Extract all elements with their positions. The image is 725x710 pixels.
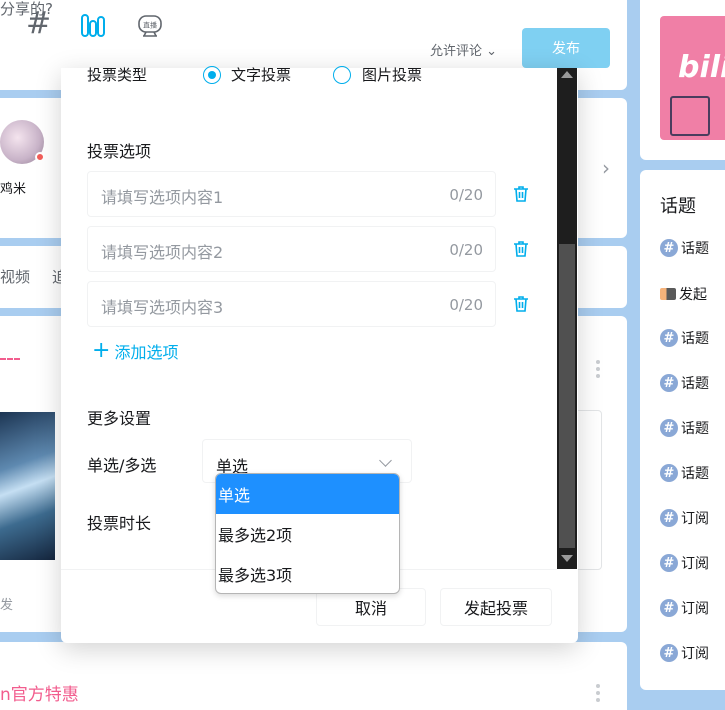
topic-item-label: 订阅 xyxy=(681,511,709,527)
char-counter: 0/20 xyxy=(449,296,483,314)
topic-item-label: 订阅 xyxy=(681,556,709,572)
option-input-3[interactable]: 请填写选项内容3 0/20 xyxy=(87,281,496,327)
hash-icon: # xyxy=(660,239,678,257)
option-single[interactable]: 单选 xyxy=(216,474,399,514)
sidebar-banner-card: bili xyxy=(640,0,725,160)
topic-item-label: 话题 xyxy=(681,241,709,257)
keyboard-illustration xyxy=(670,96,710,136)
trash-icon[interactable] xyxy=(511,184,531,204)
chevron-right-icon[interactable]: › xyxy=(602,156,610,180)
flag-icon xyxy=(660,288,676,300)
topic-item[interactable]: # 话题 xyxy=(660,373,709,393)
start-vote-button[interactable]: 发起投票 xyxy=(440,588,552,626)
topic-item-label: 话题 xyxy=(681,331,709,347)
select-mode-label: 单选/多选 xyxy=(87,456,157,475)
tab-video[interactable]: 视频 xyxy=(0,266,30,287)
scrollbar-thumb[interactable] xyxy=(559,244,575,548)
hash-icon: # xyxy=(660,329,678,347)
promo-title[interactable]: n官方特惠 xyxy=(0,680,79,705)
hash-icon: # xyxy=(660,464,678,482)
pink-divider xyxy=(0,358,20,360)
more-settings-title: 更多设置 xyxy=(87,409,152,428)
more-icon[interactable] xyxy=(596,684,600,705)
avatar[interactable] xyxy=(0,120,45,164)
chevron-down-icon xyxy=(379,454,392,467)
vote-duration-label: 投票时长 xyxy=(87,514,152,533)
topic-item[interactable]: # 话题 xyxy=(660,238,709,258)
add-option-label: 添加选项 xyxy=(114,343,179,362)
radio-text-vote[interactable] xyxy=(203,66,221,84)
scroll-up-icon[interactable] xyxy=(561,71,573,78)
vote-icon[interactable] xyxy=(80,12,106,42)
topic-item[interactable]: 发起 xyxy=(660,284,707,304)
option-input-1[interactable]: 请填写选项内容1 0/20 xyxy=(87,171,496,217)
vote-options-title: 投票选项 xyxy=(87,142,152,161)
allow-comment-dropdown[interactable]: 允许评论 ⌄ xyxy=(430,40,497,59)
option-placeholder: 请填写选项内容1 xyxy=(101,188,224,207)
hash-icon: # xyxy=(660,419,678,437)
hash-icon: # xyxy=(660,599,678,617)
plus-icon: + xyxy=(92,338,111,363)
scroll-down-icon[interactable] xyxy=(561,555,573,562)
live-dot xyxy=(35,152,45,162)
option-max-3[interactable]: 最多选3项 xyxy=(216,554,399,593)
live-icon[interactable]: 直播 xyxy=(137,14,163,44)
topic-item[interactable]: # 订阅 xyxy=(660,553,709,573)
option-max-2[interactable]: 最多选2项 xyxy=(216,514,399,554)
topic-item-label: 订阅 xyxy=(681,601,709,617)
modal-scrollbar[interactable] xyxy=(557,68,577,569)
trash-icon[interactable] xyxy=(511,294,531,314)
bilibili-banner[interactable]: bili xyxy=(660,16,725,140)
select-mode-options: 单选 最多选2项 最多选3项 xyxy=(215,473,400,594)
publish-button[interactable]: 发布 xyxy=(522,28,610,68)
topic-item[interactable]: # 订阅 xyxy=(660,643,709,663)
allow-comment-label: 允许评论 xyxy=(430,44,483,59)
topic-hash-icon[interactable]: # xyxy=(26,6,51,41)
topic-item-label: 话题 xyxy=(681,421,709,437)
topic-item[interactable]: # 话题 xyxy=(660,418,709,438)
radio-image-vote[interactable] xyxy=(333,66,351,84)
topic-item-label: 订阅 xyxy=(681,646,709,662)
topic-sidebar: 话题 # 话题 发起 # 话题 # 话题 # 话题 # 话题 # 订阅 # 订阅 # 订阅 # 订… xyxy=(640,170,725,690)
option-placeholder: 请填写选项内容2 xyxy=(101,243,224,262)
topic-item-label: 话题 xyxy=(681,466,709,482)
topic-item[interactable]: # 话题 xyxy=(660,463,709,483)
banner-logo-text: bili xyxy=(678,50,725,85)
trash-icon[interactable] xyxy=(511,239,531,259)
hash-icon: # xyxy=(660,509,678,527)
topic-item[interactable]: # 订阅 xyxy=(660,598,709,618)
add-option-button[interactable]: + 添加选项 xyxy=(92,339,178,363)
radio-text-vote-label[interactable]: 文字投票 xyxy=(231,64,291,85)
topic-item-label: 发起 xyxy=(679,287,707,303)
vote-type-label: 投票类型 xyxy=(87,66,148,84)
char-counter: 0/20 xyxy=(449,186,483,204)
topic-item[interactable]: # 话题 xyxy=(660,328,709,348)
topic-title: 话题 xyxy=(660,196,696,217)
radio-image-vote-label[interactable]: 图片投票 xyxy=(362,64,422,85)
hash-icon: # xyxy=(660,644,678,662)
hash-icon: # xyxy=(660,554,678,572)
following-name[interactable]: 鸡米 xyxy=(0,178,26,197)
feed-card: n官方特惠 xyxy=(0,642,627,710)
hash-icon: # xyxy=(660,374,678,392)
char-counter: 0/20 xyxy=(449,241,483,259)
option-placeholder: 请填写选项内容3 xyxy=(101,298,224,317)
option-input-2[interactable]: 请填写选项内容2 0/20 xyxy=(87,226,496,272)
repost-action[interactable]: 发 xyxy=(0,594,13,613)
more-icon[interactable] xyxy=(596,360,600,381)
chevron-down-icon: ⌄ xyxy=(486,44,498,59)
feed-image[interactable] xyxy=(0,412,55,560)
live-icon-label: 直播 xyxy=(143,21,157,30)
topic-item[interactable]: # 订阅 xyxy=(660,508,709,528)
topic-item-label: 话题 xyxy=(681,376,709,392)
